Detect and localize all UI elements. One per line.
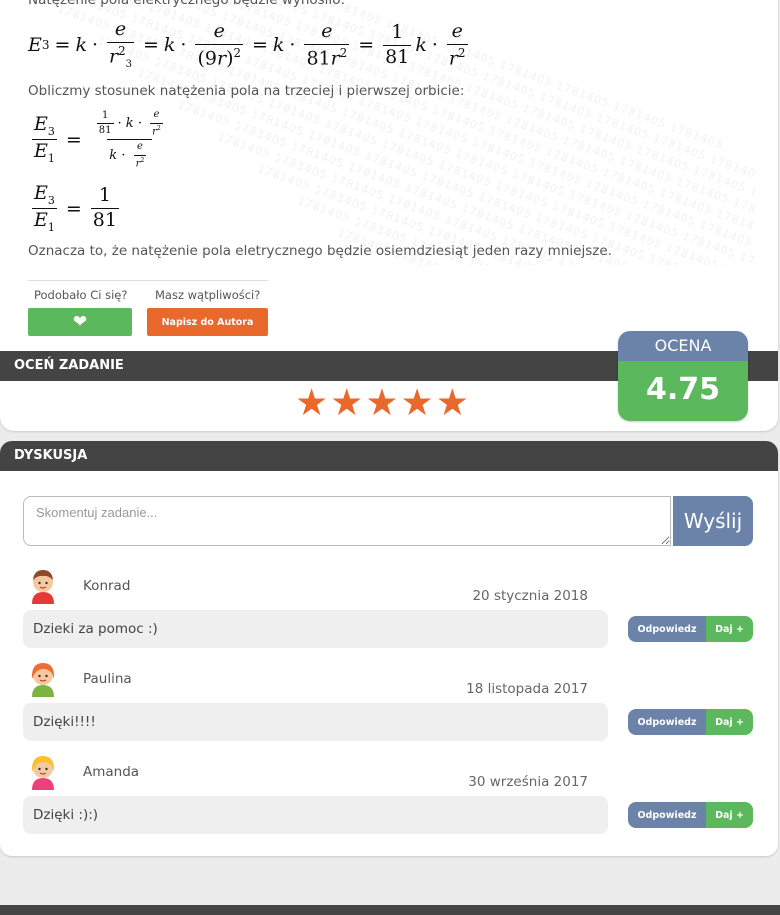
star-icon[interactable]: ★ — [330, 383, 363, 423]
star-icon[interactable]: ★ — [401, 383, 434, 423]
comment-author: Amanda — [83, 764, 140, 780]
doubt-label: Masz wątpliwości? — [155, 288, 261, 302]
reply-button[interactable]: Odpowiedz — [628, 802, 706, 828]
heart-icon: ❤ — [72, 312, 88, 332]
reply-button[interactable]: Odpowiedz — [628, 709, 706, 735]
write-to-author-button[interactable]: Napisz do Autora — [147, 308, 268, 336]
star-icon[interactable]: ★ — [365, 383, 398, 423]
avatar-girl-icon — [31, 663, 55, 697]
watermark-text: 1781405 1781405 1781405 1781405 1781405 … — [176, 98, 755, 265]
star-icon[interactable]: ★ — [436, 383, 469, 423]
conclusion-text: Oznacza to, że natężenie pola eletryczne… — [28, 243, 612, 259]
comment-date: 18 listopada 2017 — [466, 681, 588, 697]
comment-text: Dzięki :):) — [23, 796, 608, 834]
comment-author: Konrad — [83, 578, 131, 594]
comment-author: Paulina — [83, 671, 132, 687]
comment-actions: Odpowiedz Daj + — [628, 616, 753, 642]
comment-text: Dzieki za pomoc :) — [23, 610, 608, 648]
like-button[interactable]: ❤ — [28, 308, 132, 336]
discussion-card: DYSKUSJA Wyślij Konrad 20 stycznia 2018 … — [0, 441, 778, 856]
footer-bar — [0, 905, 780, 915]
comment-text: Dzięki!!!! — [23, 703, 608, 741]
send-button[interactable]: Wyślij — [673, 496, 753, 546]
comment-actions: Odpowiedz Daj + — [628, 802, 753, 828]
equation-e3: E 3 = k · e r23 = k · e (9r)2 = k · e 81r2 = 1 81 k · … — [28, 18, 468, 71]
give-plus-button[interactable]: Daj + — [706, 802, 753, 828]
intro-text: Natężenie pola elektrycznego będzie wyno… — [28, 0, 346, 8]
avatar-girl-icon — [31, 756, 55, 790]
give-plus-button[interactable]: Daj + — [706, 616, 753, 642]
avatar-boy-icon — [32, 570, 54, 604]
reply-button[interactable]: Odpowiedz — [628, 616, 706, 642]
score-box: OCENA 4.75 — [618, 331, 748, 421]
ratio-text: Obliczmy stosunek natężenia pola na trze… — [28, 83, 465, 99]
liked-label: Podobało Ci się? — [34, 288, 128, 302]
comment-date: 30 września 2017 — [468, 774, 588, 790]
score-label: OCENA — [618, 331, 748, 361]
equation-result: E3 E1 = 1 81 — [32, 182, 119, 235]
give-plus-button[interactable]: Daj + — [706, 709, 753, 735]
comment-actions: Odpowiedz Daj + — [628, 709, 753, 735]
star-rating[interactable]: ★ ★ ★ ★ ★ — [295, 383, 469, 423]
comment-date: 20 stycznia 2018 — [472, 588, 588, 604]
discussion-header: DYSKUSJA — [0, 441, 778, 471]
feedback-divider — [28, 280, 268, 281]
equation-ratio: E3 E1 = 1 81 · k · e r2 k · e r2 — [32, 109, 163, 170]
comment-input[interactable] — [23, 496, 671, 546]
star-icon[interactable]: ★ — [295, 383, 328, 423]
score-value: 4.75 — [618, 361, 748, 421]
